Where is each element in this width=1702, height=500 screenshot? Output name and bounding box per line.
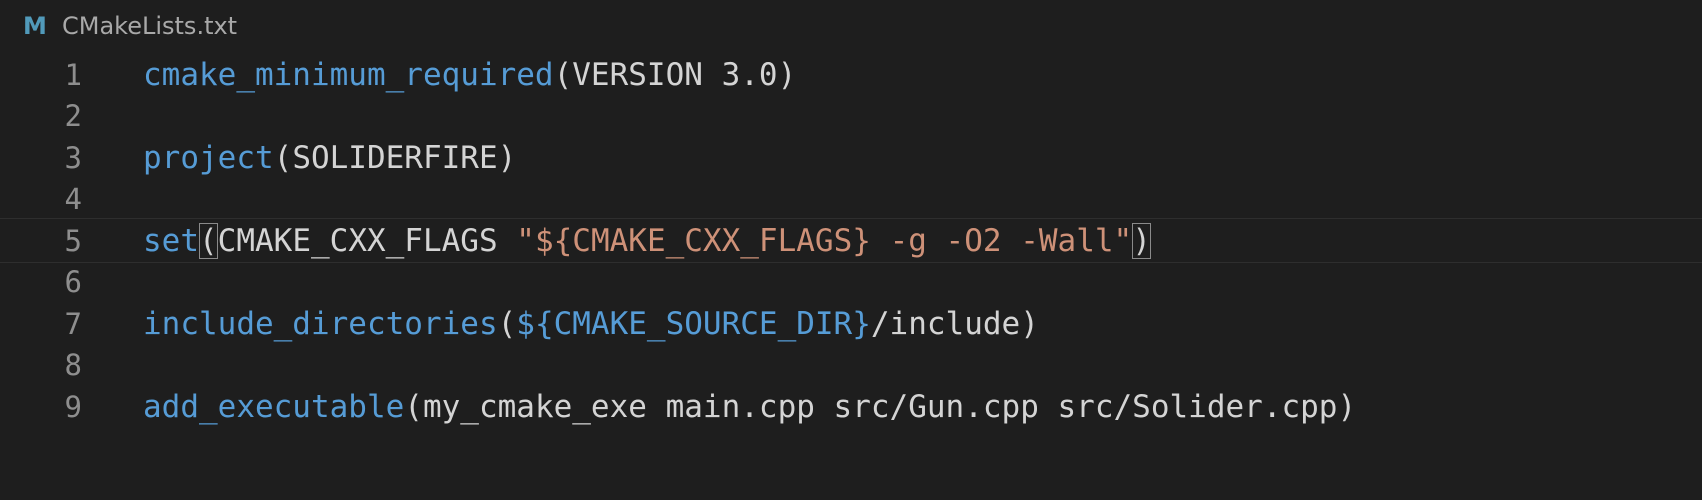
code-text[interactable]: set(CMAKE_CXX_FLAGS "${CMAKE_CXX_FLAGS} …	[143, 222, 1151, 259]
line-number: 5	[64, 223, 82, 258]
code-editor[interactable]: 1 cmake_minimum_required(VERSION 3.0) 2 3 pr…	[0, 52, 1702, 500]
code-token: (VERSION 3.0)	[553, 56, 797, 93]
code-line[interactable]: 8	[0, 343, 1702, 388]
cmake-file-icon: M	[23, 12, 47, 40]
code-token: include_directories	[143, 305, 498, 342]
code-token: (SOLIDERFIRE)	[273, 139, 517, 176]
matching-bracket: )	[1132, 222, 1151, 259]
code-token: /include)	[870, 305, 1039, 342]
code-line[interactable]: 5 set(CMAKE_CXX_FLAGS "${CMAKE_CXX_FLAGS}…	[0, 218, 1702, 263]
code-line[interactable]: 6	[0, 260, 1702, 305]
line-number: 1	[64, 57, 82, 92]
code-text[interactable]: project(SOLIDERFIRE)	[143, 140, 516, 176]
code-token: "${CMAKE_CXX_FLAGS} -g -O2 -Wall"	[516, 222, 1133, 259]
line-number: 2	[64, 99, 82, 133]
code-text[interactable]: include_directories(${CMAKE_SOURCE_DIR}/…	[143, 306, 1039, 342]
code-token: ${CMAKE_SOURCE_DIR}	[516, 305, 871, 342]
code-line[interactable]: 2	[0, 94, 1702, 139]
line-number: 3	[64, 140, 82, 175]
line-number: 7	[64, 306, 82, 341]
code-text[interactable]: cmake_minimum_required(VERSION 3.0)	[143, 57, 796, 93]
code-token: (my_cmake_exe main.cpp src/Gun.cpp src/S…	[404, 388, 1357, 425]
line-number: 6	[64, 265, 82, 299]
code-token: CMAKE_CXX_FLAGS	[217, 222, 517, 259]
matching-bracket: (	[199, 222, 218, 259]
code-token: cmake_minimum_required	[143, 56, 554, 93]
line-number: 8	[64, 348, 82, 382]
code-line[interactable]: 4	[0, 177, 1702, 222]
code-token: add_executable	[143, 388, 405, 425]
code-line[interactable]: 1 cmake_minimum_required(VERSION 3.0)	[0, 52, 1702, 97]
code-token: project	[143, 139, 274, 176]
code-line[interactable]: 3 project(SOLIDERFIRE)	[0, 135, 1702, 180]
code-text[interactable]: add_executable(my_cmake_exe main.cpp src…	[143, 389, 1356, 425]
code-line[interactable]: 7 include_directories(${CMAKE_SOURCE_DIR}…	[0, 301, 1702, 346]
code-line[interactable]: 9 add_executable(my_cmake_exe main.cpp sr…	[0, 384, 1702, 429]
code-token: (	[497, 305, 517, 342]
line-number: 4	[64, 182, 82, 216]
editor-tab[interactable]: M CMakeLists.txt	[0, 0, 1702, 52]
code-token: set	[143, 222, 199, 259]
line-number: 9	[64, 389, 82, 424]
file-name: CMakeLists.txt	[62, 12, 238, 40]
